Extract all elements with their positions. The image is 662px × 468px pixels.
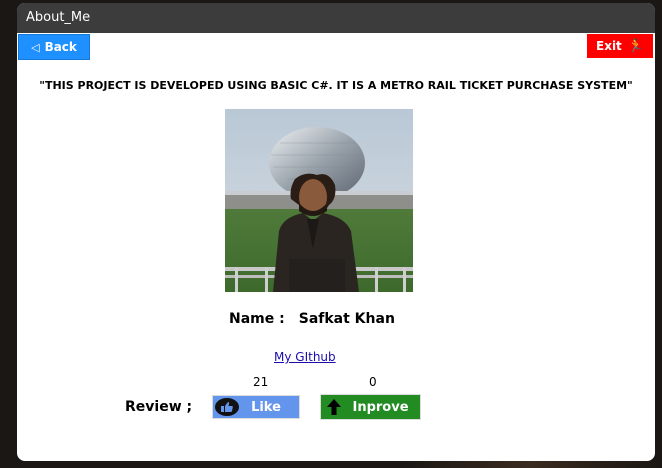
improve-count: 0 bbox=[369, 375, 377, 389]
thumbs-up-icon bbox=[215, 398, 239, 416]
github-link[interactable]: My GIthub bbox=[274, 350, 336, 364]
like-button-label: Like bbox=[251, 399, 281, 415]
project-description: "THIS PROJECT IS DEVELOPED USING BASIC C… bbox=[39, 79, 633, 92]
window-title: About_Me bbox=[17, 3, 655, 33]
name-value: Safkat Khan bbox=[298, 311, 395, 327]
improve-button-label: Inprove bbox=[352, 399, 409, 415]
back-button[interactable]: ◁ Back bbox=[18, 34, 90, 60]
back-button-label: Back bbox=[44, 40, 77, 54]
exit-button-label: Exit bbox=[596, 39, 622, 53]
name-label: Name : bbox=[229, 311, 285, 327]
profile-photo bbox=[225, 109, 413, 292]
like-button[interactable]: Like bbox=[212, 395, 300, 419]
running-person-icon: 🏃 bbox=[627, 38, 644, 54]
exit-button[interactable]: Exit 🏃 bbox=[587, 34, 653, 58]
up-arrow-icon bbox=[326, 398, 342, 420]
about-me-window: About_Me ◁ Back Exit 🏃 "THIS PROJECT IS … bbox=[17, 3, 655, 461]
review-label: Review ; bbox=[125, 399, 193, 415]
improve-button[interactable]: Inprove bbox=[320, 394, 421, 420]
like-count: 21 bbox=[253, 375, 269, 389]
back-arrow-icon: ◁ bbox=[31, 40, 40, 54]
name-row: Name : Safkat Khan bbox=[229, 311, 395, 327]
